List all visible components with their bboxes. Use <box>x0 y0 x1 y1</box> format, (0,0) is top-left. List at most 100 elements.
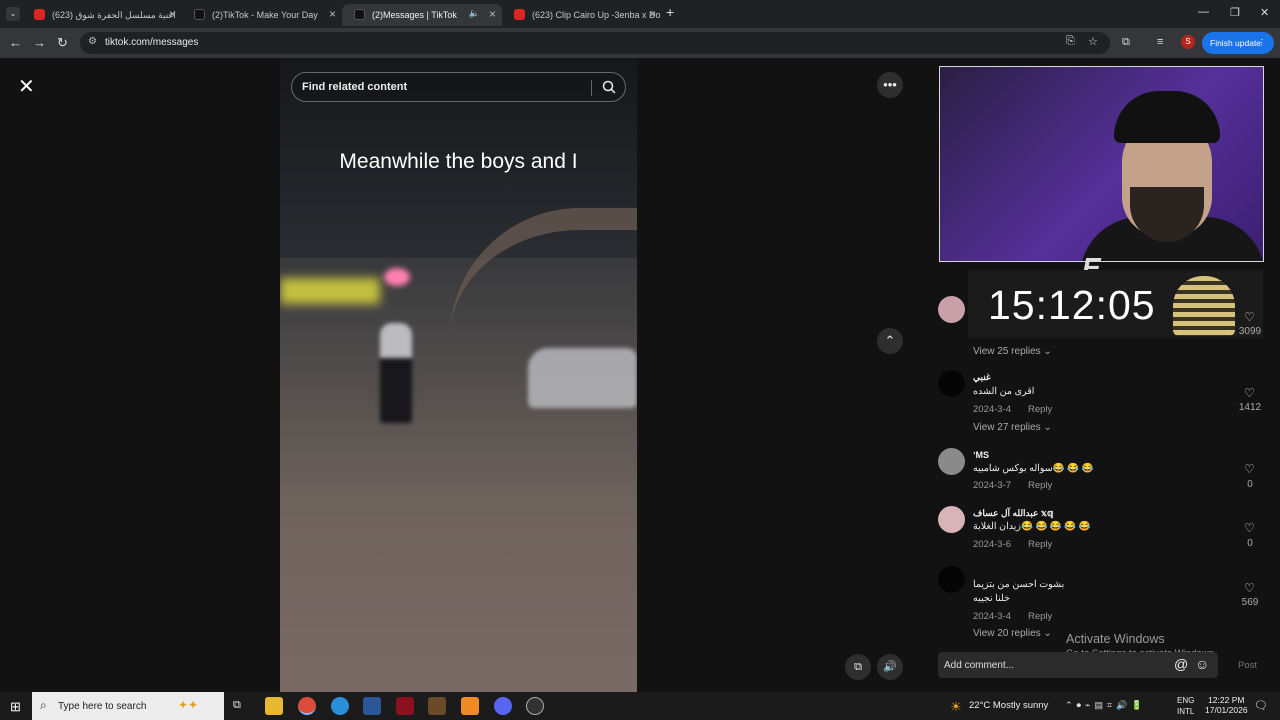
close-icon[interactable]: ✕ <box>18 74 35 99</box>
word-icon[interactable] <box>363 697 381 715</box>
profile-avatar[interactable]: S <box>1181 35 1195 49</box>
chrome-icon[interactable] <box>298 697 316 715</box>
search-icon[interactable] <box>601 79 617 95</box>
new-tab-button[interactable]: + <box>666 4 674 20</box>
close-tab-icon[interactable]: × <box>329 7 336 21</box>
obs-icon[interactable] <box>526 697 544 715</box>
close-tab-icon[interactable]: × <box>489 7 496 21</box>
comment-date: 2024-3-7 <box>973 480 1012 491</box>
previous-video-chevron-up-icon[interactable]: ⌃ <box>877 328 903 354</box>
comment-username[interactable]: ʼMS <box>973 450 989 460</box>
comment-text: بشوت احسن من بتزيما <box>973 579 1065 590</box>
like-heart-icon[interactable]: ♡ <box>1244 310 1255 324</box>
like-count: 1412 <box>1238 402 1262 413</box>
like-heart-icon[interactable]: ♡ <box>1244 581 1255 595</box>
comments-panel: ♡ 3099 View 25 replies ⌄ غنبي اقرى من ال… <box>920 260 1280 640</box>
comment-text: خلنا نجيبه <box>973 593 1011 604</box>
add-comment-placeholder: Add comment... <box>944 660 1015 671</box>
reload-icon[interactable]: ↻ <box>57 35 68 51</box>
like-heart-icon[interactable]: ♡ <box>1244 521 1255 535</box>
tab-tiktok-home[interactable]: (2)TikTok - Make Your Day × <box>182 4 342 26</box>
video-scene-lights <box>280 278 380 304</box>
capcut-icon[interactable] <box>396 697 414 715</box>
tab-youtube-song[interactable]: اغنية مسلسل الحفرة شوق (623) × <box>22 4 182 26</box>
avatar[interactable] <box>938 506 965 533</box>
more-options-icon[interactable]: ••• <box>877 72 903 98</box>
like-heart-icon[interactable]: ♡ <box>1244 386 1255 400</box>
comment-date: 2024-3-6 <box>973 539 1012 550</box>
reply-button[interactable]: Reply <box>1028 611 1052 622</box>
edge-icon[interactable] <box>331 697 349 715</box>
install-app-icon[interactable]: ⎘ <box>1066 35 1075 48</box>
comment-username[interactable]: غنبي <box>973 372 991 383</box>
search-highlight-icon: ✦✦ <box>178 698 199 712</box>
view-replies-link[interactable]: View 20 replies ⌄ <box>973 628 1052 639</box>
minimize-button[interactable]: — <box>1198 6 1209 18</box>
restore-button[interactable]: ❐ <box>1230 6 1240 19</box>
emoji-icon[interactable]: ☺ <box>1195 656 1209 672</box>
volume-icon[interactable]: 🔊 <box>877 654 903 680</box>
tab-tiktok-messages[interactable]: (2)Messages | TikTok 🔈 × <box>342 4 502 26</box>
speaker-icon[interactable]: 🔈 <box>469 8 480 19</box>
bookmark-star-icon[interactable]: ☆ <box>1088 35 1098 48</box>
system-tray-icons[interactable]: ⌃⏺⌁▤⌗🔊🔋 <box>1065 700 1146 711</box>
more-menu-icon[interactable]: ⋮ <box>1258 37 1267 48</box>
weather-text[interactable]: 22°C Mostly sunny <box>969 700 1048 711</box>
comment-username[interactable]: عبدالله آل عساف 𝕩𝕢 <box>973 508 1053 519</box>
avatar[interactable] <box>938 370 965 397</box>
file-explorer-icon[interactable] <box>265 697 283 715</box>
windows-start-icon[interactable]: ⊞ <box>10 699 21 715</box>
close-tab-icon[interactable]: × <box>649 7 656 21</box>
comment-date: 2024-3-4 <box>973 404 1012 415</box>
finish-update-button[interactable]: Finish update ⋮ <box>1202 32 1274 54</box>
tab-title: اغنية مسلسل الحفرة شوق (623) <box>52 9 176 20</box>
window-close-button[interactable]: ✕ <box>1260 6 1269 19</box>
like-heart-icon[interactable]: ♡ <box>1244 462 1255 476</box>
task-view-icon[interactable]: ⧉ <box>233 699 241 712</box>
related-content-search[interactable]: Find related content <box>291 72 626 102</box>
site-info-icon[interactable]: ⚙ <box>88 36 97 47</box>
tiktok-icon <box>354 9 365 20</box>
address-bar[interactable]: ⚙ tiktok.com/messages ⎘ ☆ <box>80 32 1110 54</box>
post-button[interactable]: Post <box>1238 660 1257 671</box>
view-replies-label: View 20 replies <box>973 628 1041 639</box>
taskbar-search[interactable]: ⌕ Type here to search ✦✦ <box>32 692 224 720</box>
extensions-icon[interactable]: ⧉ <box>1122 36 1130 49</box>
taskbar-clock[interactable]: 12:22 PM 17/01/2026 <box>1205 695 1248 715</box>
tab-youtube-clip[interactable]: (623) Clip Cairo Up -3enba x Do × <box>502 4 662 26</box>
back-icon[interactable]: ← <box>9 35 22 50</box>
tab-search-button[interactable]: ⌄ <box>6 7 20 21</box>
avatar[interactable] <box>938 566 965 593</box>
comment-text: زيدان الغلابة😂 😂 😂 😂 😂 <box>973 521 1091 532</box>
reply-button[interactable]: Reply <box>1028 480 1052 491</box>
discord-icon[interactable] <box>494 697 512 715</box>
game-icon[interactable] <box>428 697 446 715</box>
webcam-overlay <box>939 66 1264 262</box>
vlc-icon[interactable] <box>461 697 479 715</box>
close-tab-icon[interactable]: × <box>169 7 176 21</box>
add-comment-input[interactable]: Add comment... @ ☺ <box>938 652 1218 678</box>
floating-player-icon[interactable]: ⧉ <box>845 654 871 680</box>
weather-sun-icon: ☀ <box>950 699 962 714</box>
avatar[interactable] <box>938 296 965 323</box>
mention-icon[interactable]: @ <box>1174 656 1188 672</box>
view-replies-link[interactable]: View 25 replies ⌄ <box>973 346 1052 357</box>
streamer-cap <box>1114 91 1220 143</box>
url-text[interactable]: tiktok.com/messages <box>105 37 198 48</box>
clock-time: 12:22 PM <box>1208 695 1245 705</box>
tab-title: (2)TikTok - Make Your Day <box>212 10 318 20</box>
language-indicator[interactable]: ENG INTL <box>1177 695 1194 717</box>
tab-strip: ⌄ اغنية مسلسل الحفرة شوق (623) × (2)TikT… <box>0 0 1280 28</box>
media-controls-icon[interactable]: ≡ <box>1157 36 1163 48</box>
video-scene-light <box>384 268 410 286</box>
divider <box>591 80 592 96</box>
reply-button[interactable]: Reply <box>1028 404 1052 415</box>
like-count: 569 <box>1241 597 1259 608</box>
browser-toolbar: ← → ↻ ⚙ tiktok.com/messages ⎘ ☆ ⧉ ≡ S Fi… <box>0 28 1280 58</box>
view-replies-link[interactable]: View 27 replies ⌄ <box>973 422 1052 433</box>
video-scene-car <box>528 348 637 408</box>
notification-icon[interactable]: 🗨 <box>1254 699 1268 712</box>
avatar[interactable] <box>938 448 965 475</box>
reply-button[interactable]: Reply <box>1028 539 1052 550</box>
forward-icon[interactable]: → <box>33 35 46 50</box>
